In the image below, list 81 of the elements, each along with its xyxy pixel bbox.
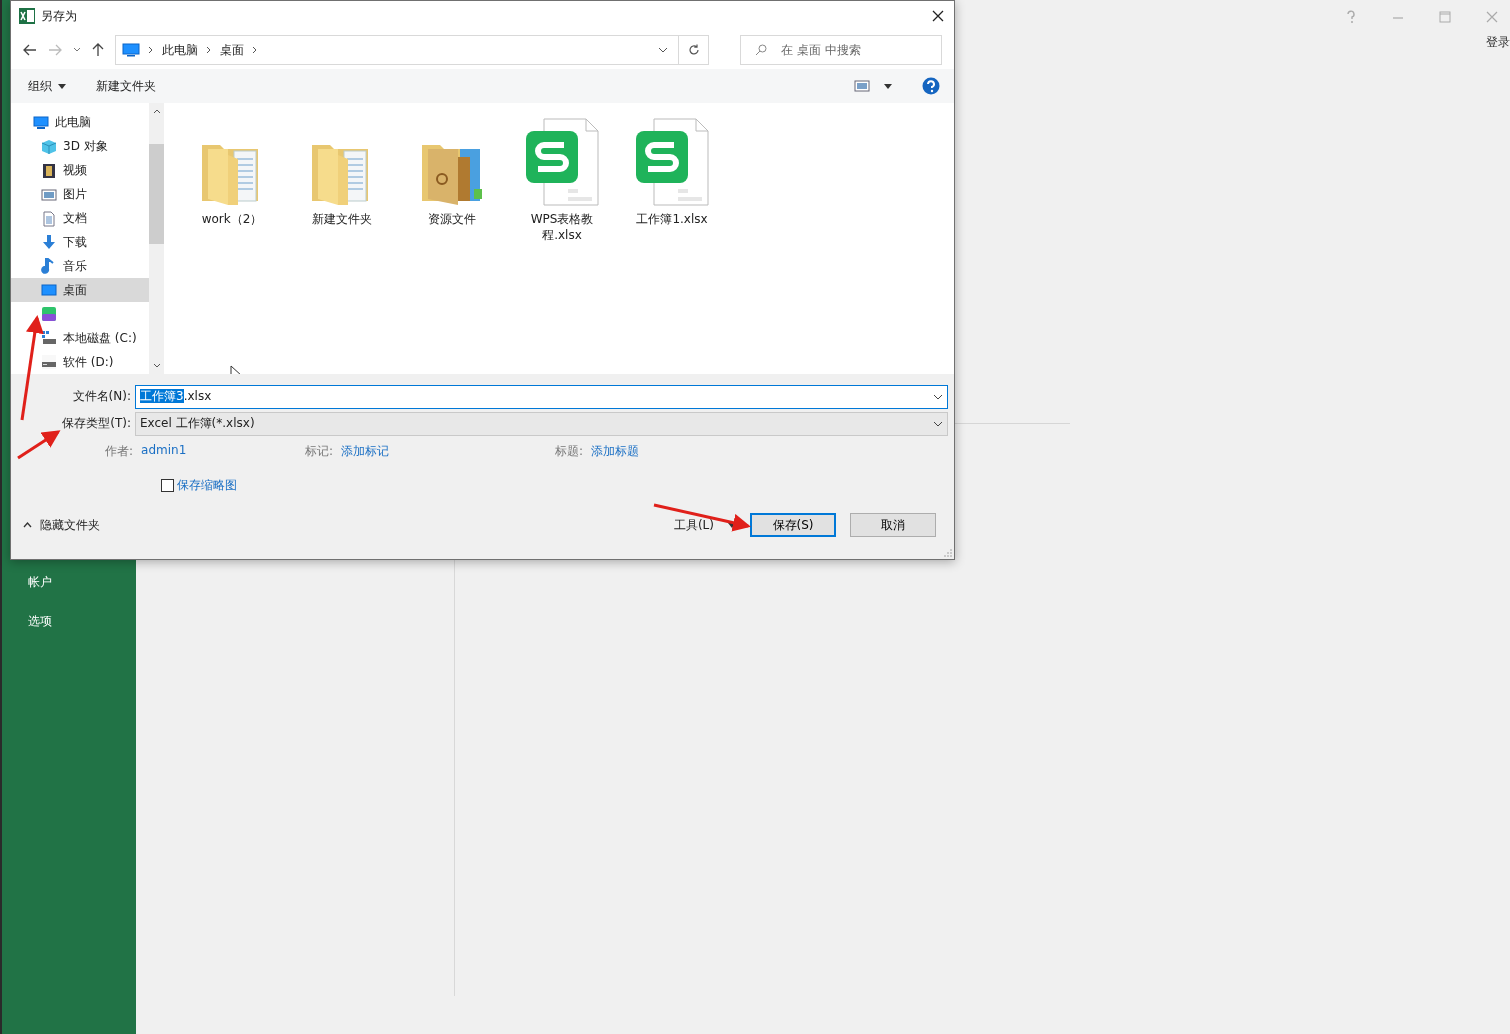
monitor-icon [41, 282, 57, 299]
scroll-up-icon[interactable] [152, 109, 161, 114]
search-field[interactable]: 在 桌面 中搜索 [740, 35, 942, 65]
drive-icon [41, 330, 57, 347]
file-item[interactable]: 新建文件夹 [287, 115, 397, 227]
checkbox[interactable] [161, 478, 174, 492]
chevron-right-icon [148, 46, 154, 54]
close-icon[interactable] [932, 10, 944, 22]
up-arrow-icon[interactable] [92, 43, 104, 57]
address-bar[interactable]: 此电脑 桌面 [115, 35, 679, 65]
cube-icon [41, 138, 57, 155]
chevron-down-icon [933, 393, 943, 400]
chevron-up-icon [23, 522, 32, 528]
nav-tree-item[interactable]: 3D 对象 [11, 134, 149, 159]
save-type-dropdown[interactable]: Excel 工作簿(*.xlsx) [135, 411, 948, 436]
document-icon [41, 210, 57, 227]
spreadsheet-file-icon [634, 117, 710, 207]
new-folder-button[interactable]: 新建文件夹 [96, 77, 156, 95]
file-item[interactable]: 工作簿1.xlsx [617, 115, 727, 227]
sidebar-item[interactable]: 选项 [28, 611, 136, 631]
refresh-button[interactable] [679, 35, 709, 65]
app-icon [41, 306, 57, 323]
sidebar-item[interactable]: 帐户 [28, 572, 136, 592]
window-title: 另存为 [41, 7, 77, 25]
field-label: 标题: [555, 442, 584, 460]
chevron-right-icon [206, 46, 212, 54]
spreadsheet-file-icon [524, 117, 600, 207]
field-label: 文件名(N): [71, 388, 132, 405]
cancel-button[interactable]: 取消 [850, 513, 936, 537]
file-item[interactable]: 资源文件 [397, 115, 507, 227]
nav-tree-item[interactable]: 音乐 [11, 254, 149, 279]
chevron-down-icon [933, 420, 943, 427]
chevron-down-icon[interactable] [73, 47, 81, 53]
nav-tree-item[interactable]: 本地磁盘 (C:) [11, 326, 149, 351]
field-label: 标记: [305, 442, 334, 460]
metadata-link[interactable]: 添加标记 [341, 442, 390, 460]
drive-icon [41, 354, 57, 370]
metadata-link[interactable]: admin1 [141, 442, 187, 460]
picture-icon [41, 186, 57, 203]
annotation-arrow [17, 430, 61, 460]
download-arrow-icon [41, 234, 57, 251]
search-input[interactable]: 在 桌面 中搜索 [779, 42, 929, 58]
checkbox-label[interactable]: 保存缩略图 [177, 476, 237, 494]
filename-field[interactable]: 工作簿3.xlsx [135, 384, 948, 409]
help-icon[interactable] [922, 77, 940, 95]
nav-tree-item[interactable]: 此电脑 [11, 111, 149, 135]
organize-menu-button[interactable]: 组织 [28, 77, 66, 95]
monitor-icon [122, 43, 140, 57]
nav-tree-item[interactable]: 图片 [11, 182, 149, 207]
breadcrumb-item[interactable]: 桌面 [220, 41, 244, 59]
back-arrow-icon[interactable] [23, 44, 37, 56]
view-icon[interactable] [854, 80, 870, 92]
scroll-down-icon[interactable] [152, 363, 161, 368]
film-icon [41, 162, 57, 179]
field-label: 作者: [105, 442, 134, 460]
resize-grip-icon[interactable] [944, 549, 952, 557]
file-item[interactable]: WPS表格教程.xlsx [507, 115, 617, 243]
caret-down-icon [728, 522, 736, 528]
computer-icon [33, 114, 49, 131]
hide-folders-toggle[interactable]: 隐藏文件夹 [23, 516, 100, 534]
nav-tree-item[interactable]: 视频 [11, 158, 149, 183]
search-icon [755, 44, 767, 56]
metadata-link[interactable]: 添加标题 [591, 442, 640, 460]
login-link[interactable]: 登录 [1486, 34, 1510, 51]
refresh-icon [687, 44, 700, 56]
scrollbar-thumb[interactable] [149, 144, 164, 244]
caret-down-icon [58, 83, 66, 89]
file-item[interactable]: work（2） [177, 115, 287, 227]
caret-down-icon[interactable] [884, 83, 892, 89]
tools-menu-button[interactable]: 工具(L) [673, 516, 736, 534]
nav-tree-item[interactable]: 软件 (D:) [11, 350, 149, 374]
chevron-right-icon [252, 46, 258, 54]
field-label: 保存类型(T): [61, 415, 132, 432]
nav-tree-item[interactable]: 桌面 [11, 278, 149, 303]
chevron-down-icon[interactable] [658, 47, 668, 53]
save-button[interactable]: 保存(S) [750, 513, 836, 537]
excel-icon [19, 8, 35, 24]
breadcrumb-item[interactable]: 此电脑 [162, 41, 198, 59]
scrollbar[interactable] [149, 103, 164, 374]
nav-tree-item[interactable]: 文档 [11, 206, 149, 231]
nav-tree-item[interactable]: 下载 [11, 230, 149, 255]
